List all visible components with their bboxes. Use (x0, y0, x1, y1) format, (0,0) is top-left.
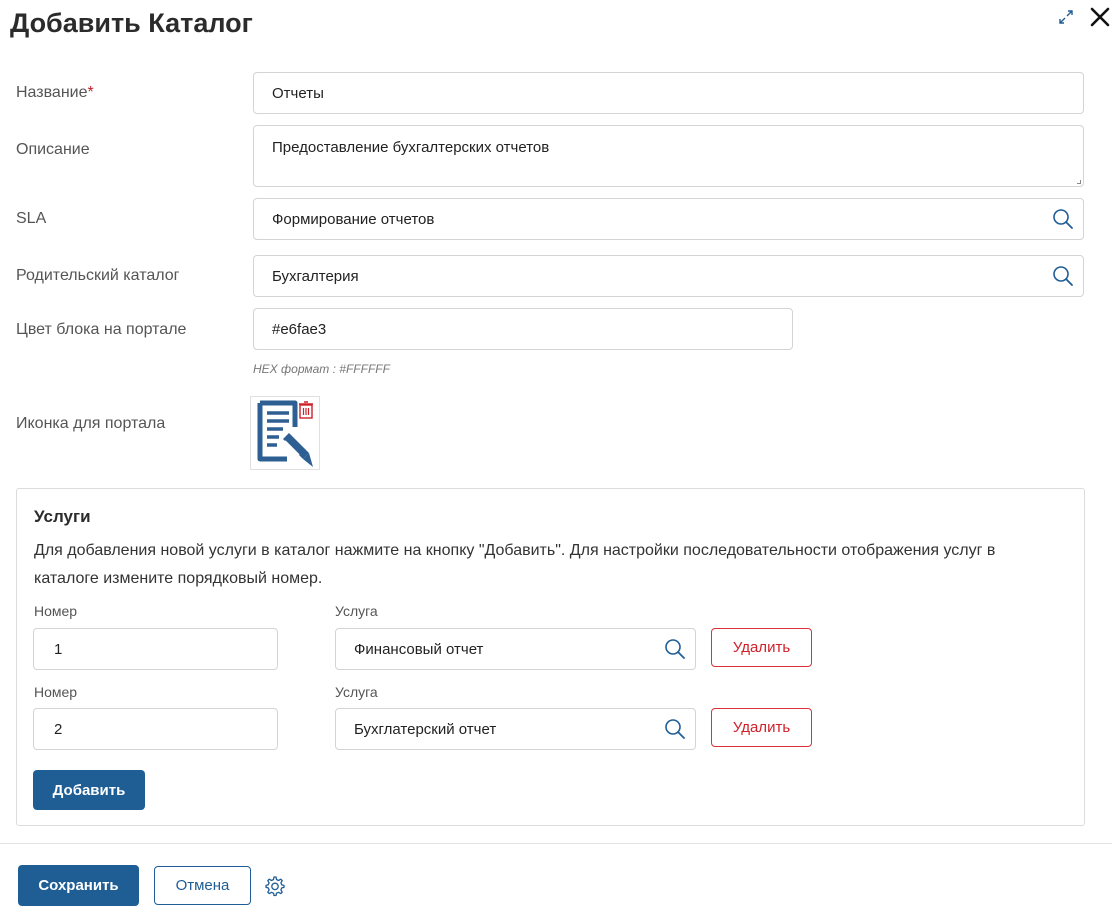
save-button[interactable]: Сохранить (18, 865, 139, 906)
services-panel: Услуги Для добавления новой услуги в кат… (16, 488, 1085, 826)
services-title: Услуги (34, 507, 91, 526)
name-label: Название* (16, 84, 94, 101)
hex-format-hint: HEX формат : #FFFFFF (253, 362, 390, 376)
close-icon[interactable] (1089, 6, 1111, 28)
service-label: Услуга (335, 603, 378, 619)
sla-value: Формирование отчетов (272, 210, 435, 228)
portal-icon-label: Иконка для портала (16, 415, 166, 432)
parent-catalog-value: Бухгалтерия (272, 267, 359, 285)
description-label: Описание (16, 141, 90, 158)
search-icon[interactable] (664, 718, 686, 740)
name-input-value: Отчеты (272, 84, 324, 102)
footer-divider (0, 843, 1112, 844)
service-value: Финансовый отчет (354, 640, 484, 658)
services-description: Для добавления новой услуги в каталог на… (34, 542, 996, 587)
sla-label: SLA (16, 210, 47, 227)
service-select-input[interactable]: Бухглатерский отчет (335, 708, 696, 750)
add-service-button[interactable]: Добавить (33, 770, 145, 810)
sla-input[interactable]: Формирование отчетов (253, 198, 1084, 240)
expand-icon[interactable] (1057, 8, 1075, 26)
number-label: Номер (34, 684, 78, 700)
service-value: Бухглатерский отчет (354, 720, 497, 738)
delete-service-button[interactable]: Удалить (711, 708, 812, 747)
service-number-value: 1 (54, 640, 63, 658)
search-icon[interactable] (664, 638, 686, 660)
dialog-title: Добавить Каталог (10, 8, 253, 38)
service-number-value: 2 (54, 720, 63, 738)
parent-catalog-input[interactable]: Бухгалтерия (253, 255, 1084, 297)
delete-service-button[interactable]: Удалить (711, 628, 812, 667)
description-textarea[interactable]: Предоставление бухгалтерских отчетов (253, 125, 1084, 187)
trash-icon[interactable] (298, 401, 314, 419)
name-input[interactable]: Отчеты (253, 72, 1084, 114)
service-select-input[interactable]: Финансовый отчет (335, 628, 696, 670)
gear-icon[interactable] (263, 875, 285, 897)
number-label: Номер (34, 603, 78, 619)
service-number-input[interactable]: 1 (33, 628, 278, 670)
description-value: Предоставление бухгалтерских отчетов (272, 139, 550, 156)
parent-catalog-label: Родительский каталог (16, 267, 180, 284)
service-label: Услуга (335, 684, 378, 700)
required-mark: * (87, 84, 94, 101)
search-icon[interactable] (1052, 208, 1074, 230)
block-color-label: Цвет блока на портале (16, 321, 187, 338)
search-icon[interactable] (1052, 265, 1074, 287)
block-color-input[interactable]: #e6fae3 (253, 308, 793, 350)
block-color-value: #e6fae3 (272, 320, 327, 338)
cancel-button[interactable]: Отмена (154, 866, 251, 905)
service-number-input[interactable]: 2 (33, 708, 278, 750)
resize-handle[interactable] (1077, 180, 1081, 184)
